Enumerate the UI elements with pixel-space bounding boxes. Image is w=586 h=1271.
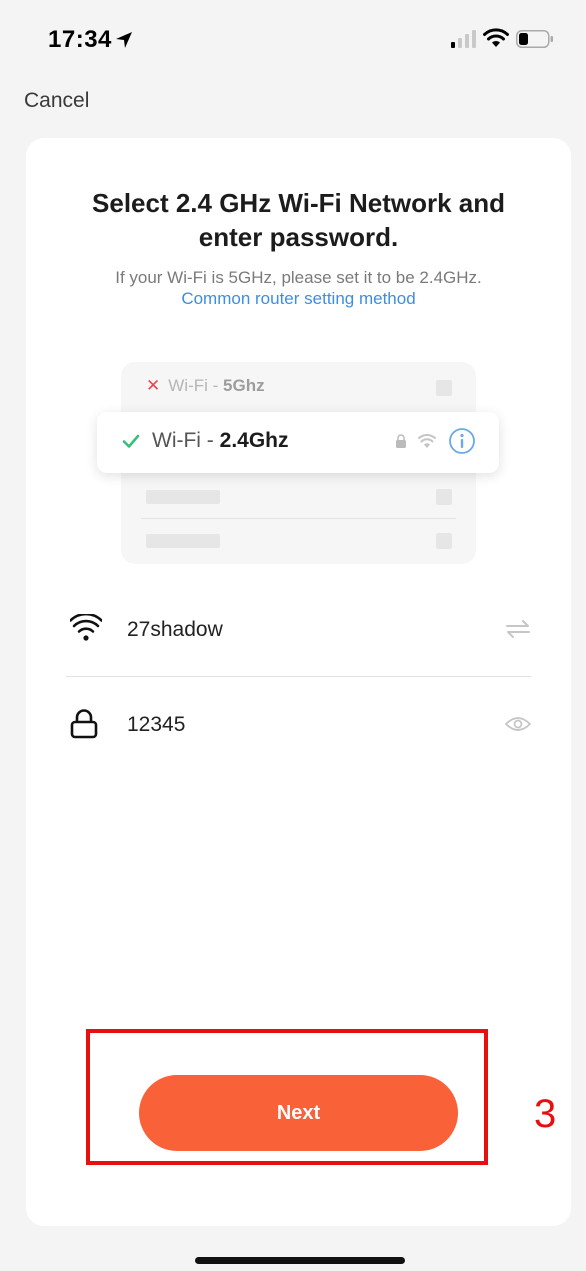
page-title: Select 2.4 GHz Wi-Fi Network and enter p… xyxy=(26,186,571,254)
eye-icon[interactable] xyxy=(504,715,532,738)
lock-icon xyxy=(395,434,407,453)
home-indicator[interactable] xyxy=(195,1257,405,1264)
illustration-5ghz-row: ✕ Wi-Fi - 5Ghz xyxy=(146,376,265,396)
password-field[interactable]: 12345 xyxy=(66,695,532,755)
placeholder-square xyxy=(436,533,452,549)
title-line-1: Select 2.4 GHz Wi-Fi Network and xyxy=(92,188,505,218)
wifi-ssid-value: 27shadow xyxy=(127,618,223,641)
placeholder-square xyxy=(436,489,452,505)
router-settings-link[interactable]: Common router setting method xyxy=(26,289,571,309)
annotation-step-number: 3 xyxy=(534,1092,557,1136)
wifi-icon xyxy=(483,28,509,53)
cellular-signal-icon xyxy=(451,30,477,53)
wifi-ssid-field[interactable]: 27shadow xyxy=(66,600,531,660)
lock-icon xyxy=(70,709,98,744)
title-line-2: enter password. xyxy=(198,222,399,252)
illustration-24ghz-prefix: Wi-Fi - xyxy=(152,429,220,452)
placeholder-square xyxy=(436,380,452,396)
status-time: 17:34 xyxy=(48,26,112,53)
placeholder-divider xyxy=(141,518,456,519)
wifi-signal-icon xyxy=(418,433,436,454)
placeholder-bar xyxy=(146,534,220,548)
wifi-icon xyxy=(69,612,103,647)
battery-icon xyxy=(516,30,554,53)
illustration-5ghz-prefix: Wi-Fi - xyxy=(168,376,224,395)
illustration-5ghz-band: 5Ghz xyxy=(223,376,265,395)
status-bar: 17:34 xyxy=(0,0,586,80)
checkmark-icon xyxy=(121,431,141,456)
location-arrow-icon xyxy=(114,30,134,55)
cancel-button[interactable]: Cancel xyxy=(24,89,89,113)
illustration-24ghz-card: Wi-Fi - 2.4Ghz xyxy=(97,412,499,473)
password-value: 12345 xyxy=(127,713,186,736)
cross-icon: ✕ xyxy=(146,376,161,395)
illustration-24ghz-label: Wi-Fi - 2.4Ghz xyxy=(152,429,289,453)
band-hint-text: If your Wi-Fi is 5GHz, please set it to … xyxy=(115,268,482,287)
illustration-24ghz-band: 2.4Ghz xyxy=(219,429,289,452)
switch-network-icon[interactable] xyxy=(505,620,531,643)
info-icon xyxy=(448,427,476,460)
next-button[interactable]: Next xyxy=(139,1075,458,1151)
field-divider xyxy=(66,676,531,677)
placeholder-bar xyxy=(146,490,220,504)
